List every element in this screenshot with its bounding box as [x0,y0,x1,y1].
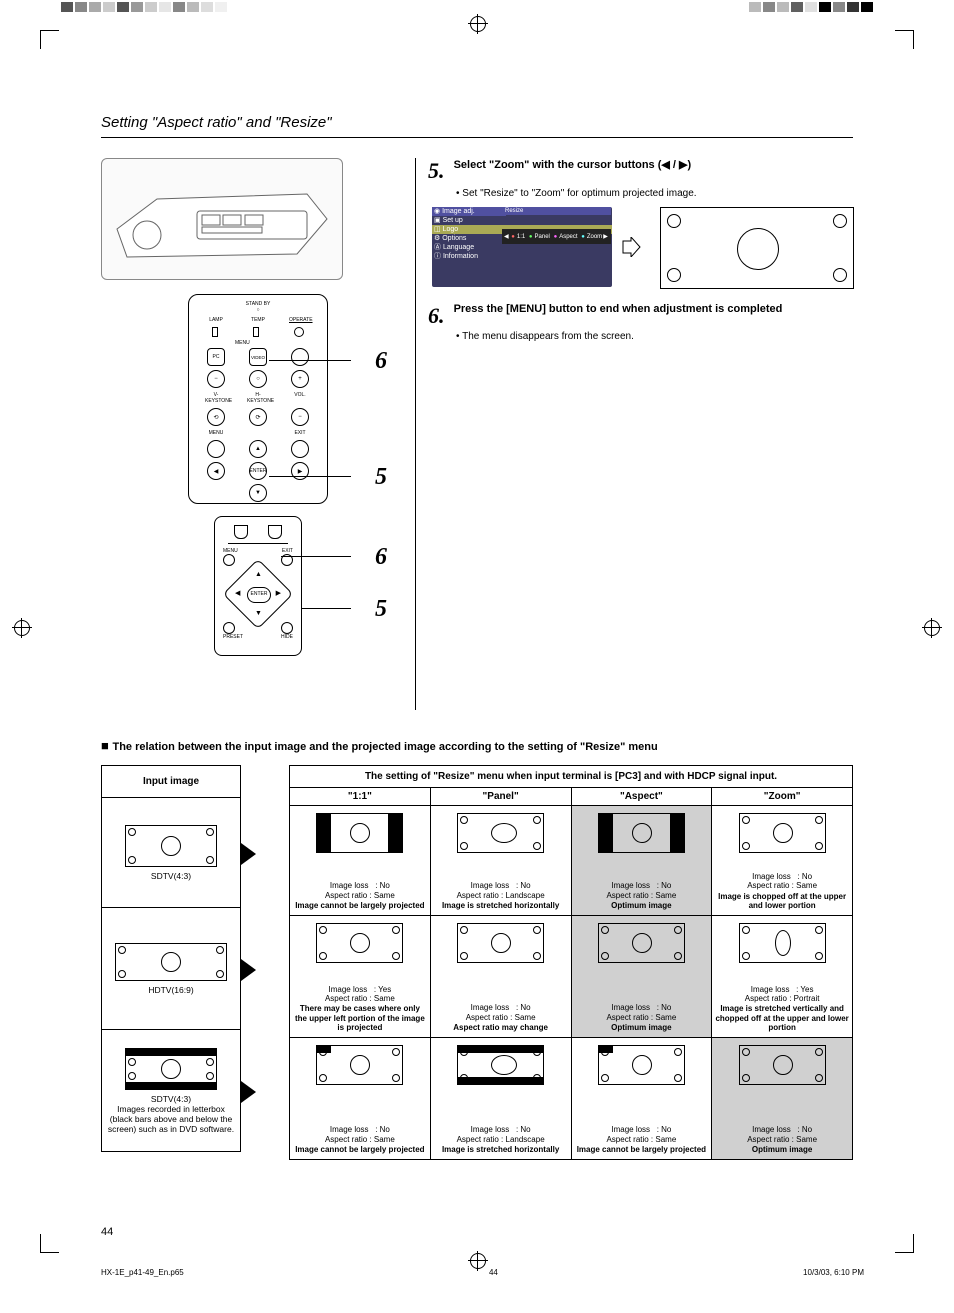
remote-hide-label: HIDE [281,634,293,640]
hkeystone-label: H-KEYSTONE [247,392,269,404]
vkey-button[interactable]: ⟲ [207,408,225,426]
table-cell: Image loss : NoAspect ratio : SameImage … [289,1038,431,1160]
remote-left-button[interactable]: ◀ [235,589,240,597]
arrow-right-icon [241,843,256,865]
resize-table: Input image SDTV(4:3) HDTV(16:9) SDTV(4:… [101,765,853,1160]
callout-6: 6 [375,348,387,375]
input-header: Input image [101,765,241,798]
table-cell: Image loss : NoAspect ratio : SameOptimu… [572,916,713,1038]
registration-mark-icon [470,1253,486,1269]
left-column: STAND BY ○ LAMP TEMP OPERATE MENU PC VIDEO −… [101,158,415,710]
minus-button[interactable]: − [207,370,225,388]
panel-enter-button[interactable]: ENTER [249,462,267,480]
callout-5-remote: 5 [375,596,387,623]
pc-button[interactable]: PC [207,348,225,366]
hkey-button[interactable]: ⟳ [249,408,267,426]
callout-5: 5 [375,464,387,491]
remote-hide-button[interactable] [281,622,293,634]
table-cell: Image loss : NoAspect ratio : LandscapeI… [431,806,572,916]
table-cell: Image loss : NoAspect ratio : SameAspect… [431,916,572,1038]
remote-menu-button[interactable] [223,554,235,566]
arrow-right-icon [241,1081,256,1103]
temp-label: TEMP [247,317,269,323]
table-cell: Image loss : YesAspect ratio : PortraitI… [712,916,853,1038]
crop-mark-icon [895,1234,914,1253]
vol-button[interactable]: − [291,408,309,426]
input-row-2: SDTV(4:3) Images recorded in letterbox (… [101,1030,241,1152]
crop-mark-icon [40,30,59,49]
operate-label: OPERATE [289,317,311,323]
osd-menu-illustration: ◉ Image adj. ▣ Set up ◫ Logo ⚙ Options Ⓐ… [432,207,612,287]
crop-mark-icon [40,1234,59,1253]
page-number: 44 [101,1226,113,1238]
remote-illustration: MENUEXIT ENTER ▲ ▼ ◀ ▶ PRESETHIDE [214,516,302,656]
left-button[interactable]: ◀ [207,462,225,480]
print-footer: HX-1E_p41-49_En.p65 44 10/3/03, 6:10 PM [101,1268,864,1277]
relation-heading: The relation between the input image and… [101,738,853,753]
right-button[interactable]: ▶ [291,462,309,480]
right-column: 5. Select "Zoom" with the cursor buttons… [415,158,853,710]
lamp-label: LAMP [205,317,227,323]
step-6-number: 6. [428,303,445,329]
circle-button[interactable]: ○ [249,370,267,388]
remote-up-button[interactable]: ▲ [255,571,262,578]
panel-menu-right-button[interactable] [291,348,309,366]
down-button[interactable]: ▼ [249,484,267,502]
panel-menu-button[interactable] [207,440,225,458]
col-header-3: "Zoom" [712,788,853,806]
step-5-title: Select "Zoom" with the cursor buttons (◀… [454,159,692,171]
arrow-right-icon [621,237,641,260]
remote-enter-button[interactable]: ENTER [247,587,271,603]
section-title: Setting "Aspect ratio" and "Resize" [101,114,853,138]
plus-button[interactable]: + [291,370,309,388]
up-button[interactable]: ▲ [249,440,267,458]
step-5-bullet: Set "Resize" to "Zoom" for optimum proje… [456,188,853,199]
table-cell: Image loss : NoAspect ratio : SameImage … [289,806,431,916]
remote-down-button[interactable]: ▼ [255,610,262,617]
exit-label: EXIT [289,430,311,436]
input-row-0: SDTV(4:3) [101,798,241,908]
arrow-column [241,765,265,1160]
remote-preset-label: PRESET [223,634,243,640]
arrow-right-icon [241,959,256,981]
projection-screen-illustration [660,207,854,289]
remote-preset-button[interactable] [223,622,235,634]
table-cell: Image loss : NoAspect ratio : SameOptimu… [572,806,713,916]
page: Setting "Aspect ratio" and "Resize" STAN… [0,0,954,1313]
registration-mark-icon [14,620,30,636]
menu-label-top: MENU [235,340,250,346]
col-header-1: "Panel" [431,788,572,806]
registration-mark-icon [470,16,486,32]
registration-mark-icon [924,620,940,636]
video-button[interactable]: VIDEO [249,348,267,366]
step-5-number: 5. [428,158,445,184]
col-header-2: "Aspect" [572,788,713,806]
main-header: The setting of "Resize" menu when input … [289,765,853,788]
vol-label: VOL. [289,392,311,404]
table-cell: Image loss : NoAspect ratio : SameImage … [712,806,853,916]
table-cell: Image loss : NoAspect ratio : SameOptimu… [712,1038,853,1160]
callout-6-remote: 6 [375,544,387,571]
vkeystone-label: V-KEYSTONE [205,392,227,404]
standby-label: STAND BY [246,301,271,307]
print-marks [0,0,954,14]
content: Setting "Aspect ratio" and "Resize" STAN… [101,114,853,1160]
menu-label: MENU [205,430,227,436]
col-header-0: "1:1" [289,788,431,806]
panel-exit-button[interactable] [291,440,309,458]
table-cell: Image loss : NoAspect ratio : LandscapeI… [431,1038,572,1160]
table-cell: Image loss : YesAspect ratio : SameThere… [289,916,431,1038]
step-6-title: Press the [MENU] button to end when adju… [454,303,783,315]
projector-illustration [101,158,343,280]
crop-mark-icon [895,30,914,49]
control-panel-illustration: STAND BY ○ LAMP TEMP OPERATE MENU PC VIDEO −… [188,294,328,504]
table-cell: Image loss : NoAspect ratio : SameImage … [572,1038,713,1160]
step-6-bullet: The menu disappears from the screen. [456,331,853,342]
remote-right-button[interactable]: ▶ [276,589,281,597]
input-row-1: HDTV(16:9) [101,908,241,1030]
